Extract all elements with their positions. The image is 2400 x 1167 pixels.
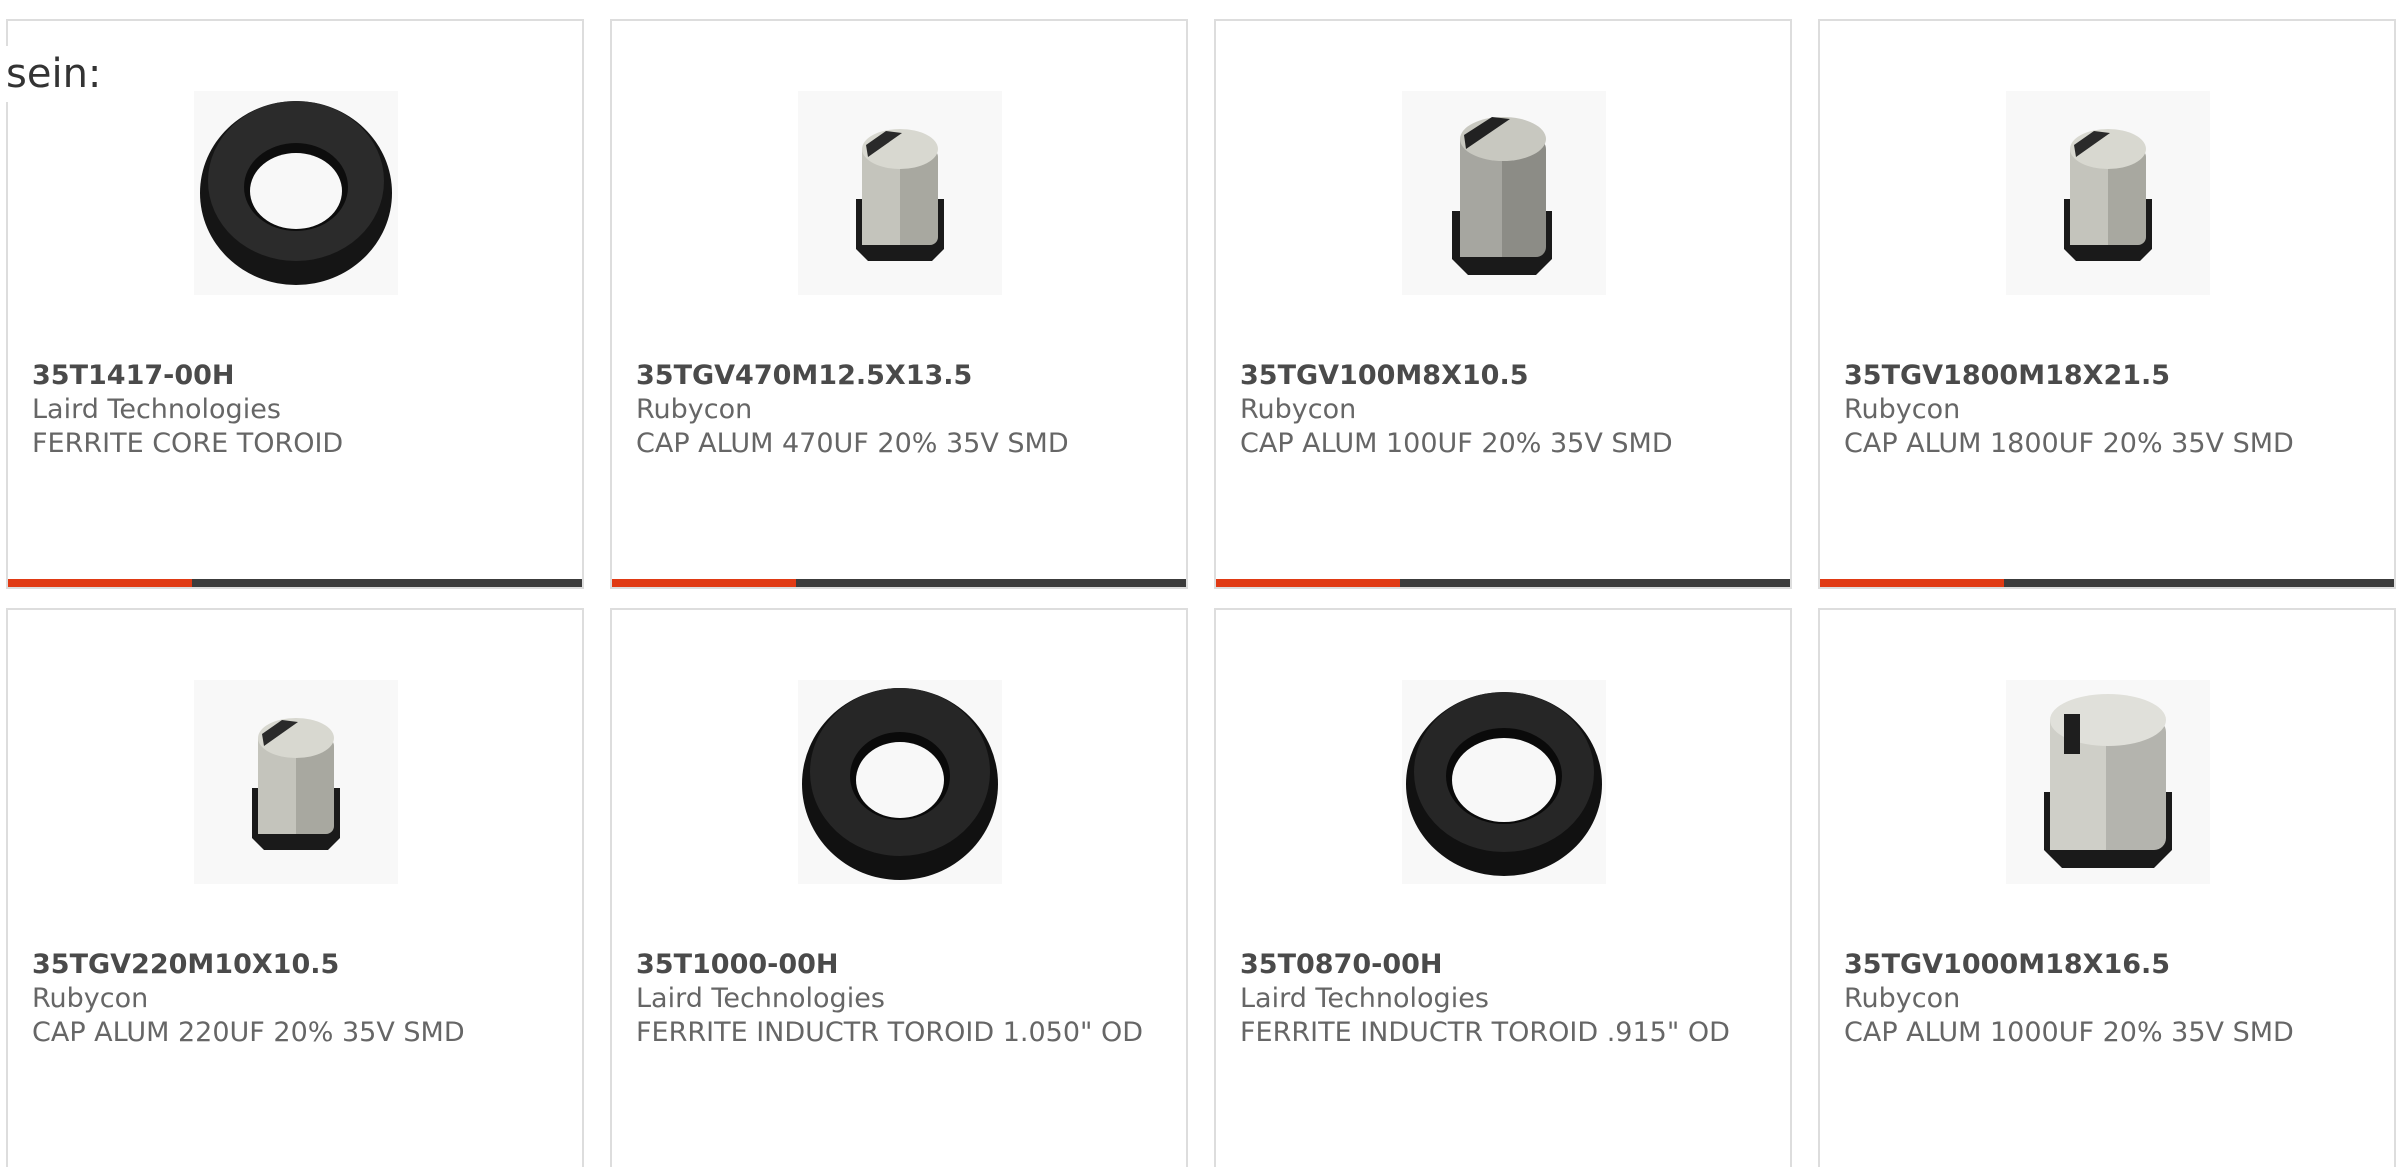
product-grid-page: sein: 35T1417-00H Laird Technologies FER… — [0, 0, 2400, 1167]
product-card[interactable]: 35T0870-00H Laird Technologies FERRITE I… — [1214, 608, 1792, 1167]
part-number[interactable]: 35TGV1800M18X21.5 — [1844, 359, 2354, 393]
smd-capacitor-icon[interactable] — [1402, 91, 1606, 295]
product-card[interactable]: 35TGV220M10X10.5 Rubycon CAP ALUM 220UF … — [6, 608, 584, 1167]
progress-bar — [8, 579, 582, 587]
product-card[interactable]: 35T1000-00H Laird Technologies FERRITE I… — [610, 608, 1188, 1167]
manufacturer: Rubycon — [1240, 394, 1357, 425]
progress-bar-fill — [1820, 579, 2004, 587]
manufacturer: Rubycon — [636, 394, 753, 425]
product-card[interactable]: 35T1417-00H Laird Technologies FERRITE C… — [6, 19, 584, 589]
product-card[interactable]: 35TGV100M8X10.5 Rubycon CAP ALUM 100UF 2… — [1214, 19, 1792, 589]
manufacturer: Laird Technologies — [32, 394, 281, 425]
smd-capacitor-icon[interactable] — [194, 680, 398, 884]
manufacturer: Laird Technologies — [636, 983, 885, 1014]
description: CAP ALUM 1800UF 20% 35V SMD — [1844, 428, 2294, 459]
progress-bar — [612, 579, 1186, 587]
part-number[interactable]: 35T1000-00H — [636, 948, 1146, 982]
description: FERRITE CORE TOROID — [32, 428, 344, 459]
ferrite-toroid-icon[interactable] — [798, 680, 1002, 884]
progress-bar-fill — [612, 579, 796, 587]
description: CAP ALUM 100UF 20% 35V SMD — [1240, 428, 1673, 459]
manufacturer: Laird Technologies — [1240, 983, 1489, 1014]
manufacturer: Rubycon — [32, 983, 149, 1014]
part-number[interactable]: 35TGV220M10X10.5 — [32, 948, 542, 982]
manufacturer: Rubycon — [1844, 983, 1961, 1014]
product-card[interactable]: 35TGV1000M18X16.5 Rubycon CAP ALUM 1000U… — [1818, 608, 2396, 1167]
description: CAP ALUM 220UF 20% 35V SMD — [32, 1017, 465, 1048]
progress-bar-fill — [1216, 579, 1400, 587]
progress-bar — [1820, 579, 2394, 587]
manufacturer: Rubycon — [1844, 394, 1961, 425]
description: CAP ALUM 470UF 20% 35V SMD — [636, 428, 1069, 459]
progress-bar-fill — [8, 579, 192, 587]
smd-capacitor-icon[interactable] — [2006, 91, 2210, 295]
smd-capacitor-icon[interactable] — [798, 91, 1002, 295]
smd-capacitor-icon[interactable] — [2006, 680, 2210, 884]
part-number[interactable]: 35T0870-00H — [1240, 948, 1750, 982]
product-card[interactable]: 35TGV1800M18X21.5 Rubycon CAP ALUM 1800U… — [1818, 19, 2396, 589]
description: FERRITE INDUCTR TOROID 1.050" OD — [636, 1017, 1144, 1048]
part-number[interactable]: 35TGV100M8X10.5 — [1240, 359, 1750, 393]
part-number[interactable]: 35T1417-00H — [32, 359, 542, 393]
ferrite-toroid-icon[interactable] — [1402, 680, 1606, 884]
part-number[interactable]: 35TGV470M12.5X13.5 — [636, 359, 1146, 393]
description: CAP ALUM 1000UF 20% 35V SMD — [1844, 1017, 2294, 1048]
part-number[interactable]: 35TGV1000M18X16.5 — [1844, 948, 2354, 982]
description: FERRITE INDUCTR TOROID .915" OD — [1240, 1017, 1730, 1048]
progress-bar — [1216, 579, 1790, 587]
product-card[interactable]: 35TGV470M12.5X13.5 Rubycon CAP ALUM 470U… — [610, 19, 1188, 589]
ferrite-toroid-icon[interactable] — [194, 91, 398, 295]
intro-text: sein: — [6, 46, 102, 102]
